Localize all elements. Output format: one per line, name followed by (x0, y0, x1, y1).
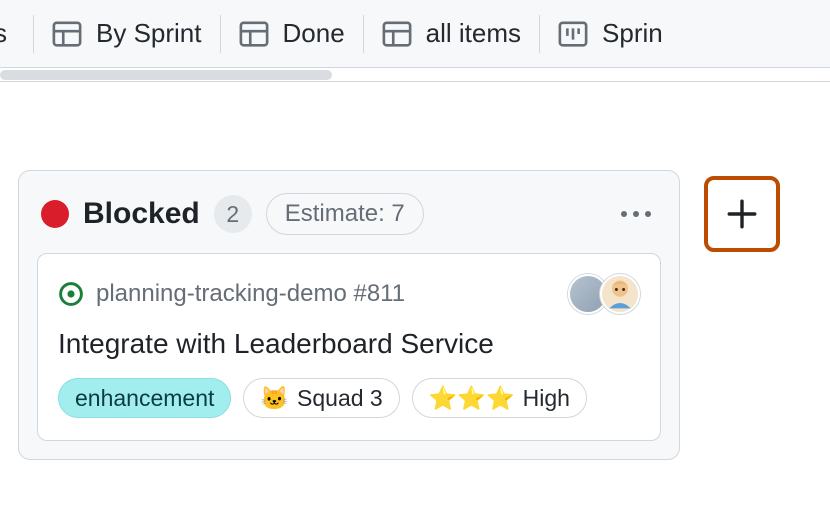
table-icon (382, 19, 412, 49)
add-column-button[interactable] (704, 176, 780, 252)
issue-card[interactable]: planning-tracking-demo #811 (37, 253, 661, 441)
tab-divider (220, 15, 221, 53)
label-priority[interactable]: ⭐⭐⭐ High (412, 378, 587, 418)
tab-label: Done (283, 18, 345, 49)
assignee-avatars[interactable] (576, 274, 640, 314)
column-menu-button[interactable] (615, 205, 657, 223)
table-icon (52, 19, 82, 49)
tab-label: By Sprint (96, 18, 202, 49)
tab-partial-left: s (0, 18, 15, 49)
label-text: High (523, 385, 570, 412)
issue-title: Integrate with Leaderboard Service (58, 328, 640, 360)
board-area: Blocked 2 Estimate: 7 planning-tracking-… (0, 82, 830, 460)
plus-icon (725, 197, 759, 231)
column-header: Blocked 2 Estimate: 7 (19, 171, 679, 253)
tab-by-sprint[interactable]: By Sprint (52, 18, 202, 49)
board-icon (558, 19, 588, 49)
scrollbar-thumb[interactable] (0, 70, 332, 80)
project-tabs: s By Sprint Done all items (0, 0, 830, 68)
tab-label: Sprin (602, 18, 663, 49)
column-count-badge: 2 (214, 195, 252, 233)
label-emoji: ⭐⭐⭐ (429, 385, 515, 412)
table-icon (239, 19, 269, 49)
label-text: Squad 3 (297, 385, 383, 412)
status-color-dot (41, 200, 69, 228)
label-enhancement[interactable]: enhancement (58, 378, 231, 418)
horizontal-scrollbar[interactable] (0, 68, 830, 82)
board-column-blocked: Blocked 2 Estimate: 7 planning-tracking-… (18, 170, 680, 460)
column-estimate-badge: Estimate: 7 (266, 193, 424, 235)
label-emoji: 🐱 (260, 385, 289, 412)
label-squad[interactable]: 🐱 Squad 3 (243, 378, 399, 418)
tab-divider (33, 15, 34, 53)
card-header-row: planning-tracking-demo #811 (58, 274, 640, 314)
issue-open-icon (58, 281, 84, 307)
label-text: enhancement (75, 385, 214, 412)
issue-reference: planning-tracking-demo #811 (96, 280, 564, 308)
column-title: Blocked (83, 197, 200, 231)
tab-sprint-board[interactable]: Sprin (558, 18, 663, 49)
tab-divider (539, 15, 540, 53)
tab-done[interactable]: Done (239, 18, 345, 49)
tab-label: all items (426, 18, 521, 49)
avatar[interactable] (600, 274, 640, 314)
tab-divider (363, 15, 364, 53)
issue-labels: enhancement 🐱 Squad 3 ⭐⭐⭐ High (58, 378, 640, 418)
tab-all-items[interactable]: all items (382, 18, 521, 49)
